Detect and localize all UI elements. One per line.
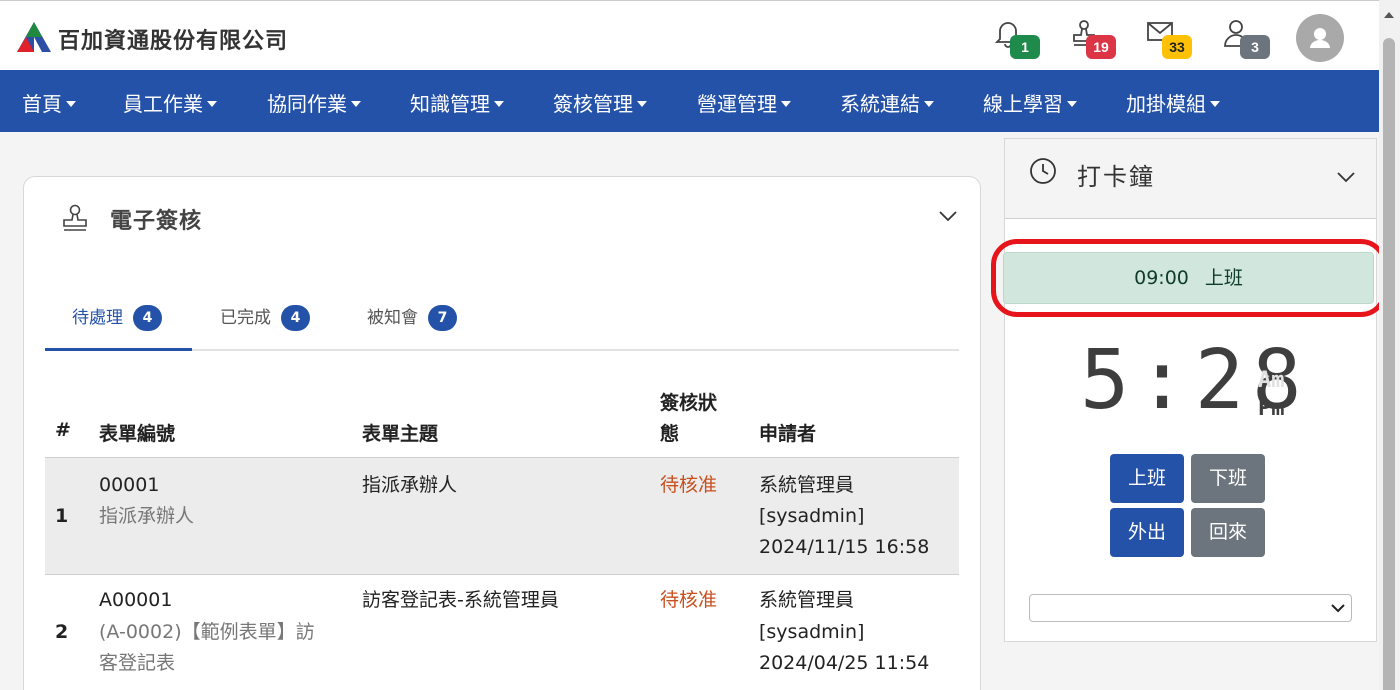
- caret-down-icon: [1210, 101, 1220, 107]
- table-row[interactable]: 1 00001 指派承辦人 指派承辦人 待核准 系統管理員 [sysadmin]…: [45, 457, 959, 574]
- form-subject: 指派承辦人: [362, 474, 458, 496]
- applicant-name: 系統管理員: [759, 589, 855, 611]
- col-header-subject: 表單主題: [362, 423, 439, 445]
- tab-completed[interactable]: 已完成 4: [220, 303, 310, 331]
- apply-time: 2024/04/25 11:54: [759, 652, 930, 674]
- messages-count-badge: 33: [1162, 35, 1192, 59]
- avatar-person-icon: [1310, 28, 1330, 48]
- notification-count-badge: 1: [1010, 35, 1040, 59]
- scroll-up-arrow-icon[interactable]: [1384, 12, 1394, 18]
- company-name: 百加資通股份有限公司: [58, 29, 289, 54]
- contacts-count-badge: 3: [1240, 35, 1270, 59]
- nav-signoff[interactable]: 簽核管理: [553, 88, 647, 117]
- col-header-form-no: 表單編號: [99, 423, 176, 445]
- page-scrollbar[interactable]: [1379, 0, 1400, 690]
- row-number: 1: [55, 505, 69, 527]
- apply-time: 2024/11/15 16:58: [759, 536, 930, 558]
- punch-clock-title: 打卡鐘: [1077, 163, 1155, 191]
- form-name-line1: (A-0002)【範例表單】訪: [99, 621, 315, 643]
- clock-in-button[interactable]: 上班: [1110, 454, 1184, 503]
- contacts-button[interactable]: 3: [1224, 19, 1274, 63]
- punch-clock-header: 打卡鐘: [1005, 139, 1376, 219]
- table-row[interactable]: 2 A00001 (A-0002)【範例表單】訪 客登記表 訪客登記表-系統管理…: [45, 574, 959, 690]
- caret-down-icon: [351, 101, 361, 107]
- tab-count-badge: 4: [133, 305, 162, 331]
- col-header-status-line1: 簽核狀: [660, 392, 718, 414]
- clock-am-indicator: Am: [1258, 368, 1285, 393]
- top-header: 百加資通股份有限公司 1 19 33 3: [0, 0, 1400, 70]
- status-text: 待核准: [660, 589, 718, 611]
- clock-icon: [1030, 158, 1056, 184]
- messages-button[interactable]: 33: [1146, 19, 1196, 63]
- tab-pending[interactable]: 待處理 4: [72, 303, 162, 331]
- form-name: 指派承辦人: [99, 505, 195, 527]
- tab-notified[interactable]: 被知會 7: [367, 303, 457, 331]
- chevron-down-icon: [1331, 604, 1345, 613]
- col-header-num: #: [55, 419, 71, 441]
- signoff-button[interactable]: 19: [1070, 19, 1120, 63]
- form-number-link[interactable]: 00001: [99, 470, 159, 501]
- form-number-link[interactable]: A00001: [99, 585, 172, 616]
- row-number: 2: [55, 621, 69, 643]
- caret-down-icon: [66, 101, 76, 107]
- caret-down-icon: [1067, 101, 1077, 107]
- form-name-line2: 客登記表: [99, 652, 176, 674]
- applicant-account: [sysadmin]: [759, 505, 865, 527]
- punch-location-select[interactable]: [1029, 594, 1352, 622]
- go-out-button[interactable]: 外出: [1110, 508, 1184, 557]
- signoff-card-title: 電子簽核: [110, 209, 203, 234]
- signoff-count-badge: 19: [1086, 35, 1116, 59]
- clock-pm-indicator: Pm: [1258, 396, 1285, 421]
- nav-knowledge[interactable]: 知識管理: [410, 88, 504, 117]
- scrollbar-thumb[interactable]: [1383, 38, 1395, 690]
- caret-down-icon: [781, 101, 791, 107]
- chevron-down-icon[interactable]: [938, 209, 958, 223]
- status-text: 待核准: [660, 474, 718, 496]
- col-header-status-line2: 態: [660, 423, 680, 445]
- user-avatar[interactable]: [1296, 14, 1344, 62]
- caret-down-icon: [207, 101, 217, 107]
- chevron-down-icon[interactable]: [1336, 170, 1356, 184]
- applicant-name: 系統管理員: [759, 474, 855, 496]
- return-button[interactable]: 回來: [1191, 508, 1265, 557]
- notification-button[interactable]: 1: [994, 19, 1044, 63]
- nav-addons[interactable]: 加掛模組: [1126, 88, 1220, 117]
- nav-home[interactable]: 首頁: [22, 88, 76, 117]
- signoff-card: 電子簽核 待處理 4 已完成 4 被知會 7 # 表單編號 表單主題 簽核狀 態 申請…: [23, 176, 981, 690]
- nav-employee[interactable]: 員工作業: [123, 88, 217, 117]
- tab-count-badge: 4: [281, 305, 310, 331]
- nav-operations[interactable]: 營運管理: [697, 88, 791, 117]
- caret-down-icon: [924, 101, 934, 107]
- caret-down-icon: [637, 101, 647, 107]
- tab-count-badge: 7: [428, 305, 457, 331]
- main-nav: 首頁 員工作業 協同作業 知識管理 簽核管理 營運管理 系統連結 線上學習 加掛…: [0, 70, 1400, 132]
- col-header-applicant: 申請者: [759, 423, 817, 445]
- nav-elearning[interactable]: 線上學習: [983, 88, 1077, 117]
- applicant-account: [sysadmin]: [759, 621, 865, 643]
- stamp-icon: [63, 204, 87, 231]
- form-subject: 訪客登記表-系統管理員: [362, 589, 559, 611]
- caret-down-icon: [494, 101, 504, 107]
- nav-system-links[interactable]: 系統連結: [840, 88, 934, 117]
- highlight-annotation: [991, 239, 1387, 317]
- clock-out-button[interactable]: 下班: [1191, 454, 1265, 503]
- company-logo-icon: [17, 22, 51, 52]
- active-tab-indicator: [45, 348, 192, 351]
- nav-collaboration[interactable]: 協同作業: [267, 88, 361, 117]
